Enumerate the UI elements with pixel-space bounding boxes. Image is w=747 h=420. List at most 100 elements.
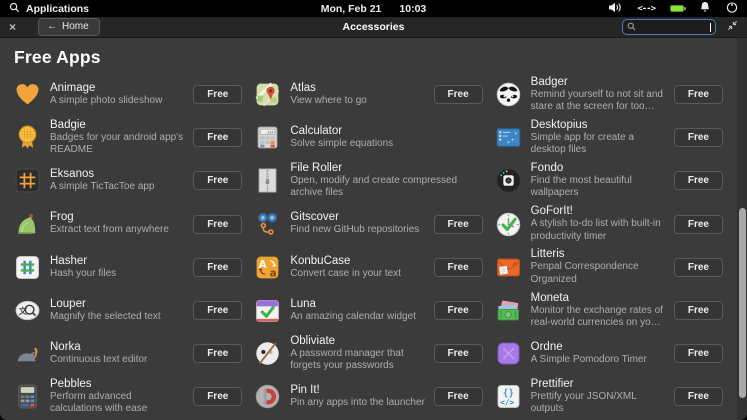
app-name: Atlas	[290, 82, 425, 94]
app-name: Fondo	[531, 162, 666, 174]
free-button[interactable]: Free	[434, 85, 483, 104]
app-list-item[interactable]: FrogExtract text from anywhereFree	[14, 203, 242, 246]
app-list-item[interactable]: PebblesPerform advanced calculations wit…	[14, 375, 242, 418]
app-list-item[interactable]: GitscoverFind new GitHub repositoriesFre…	[254, 203, 482, 246]
app-name: Animage	[50, 82, 185, 94]
free-button[interactable]: Free	[434, 258, 483, 277]
applications-menu[interactable]: Applications	[9, 2, 89, 16]
app-list-item[interactable]: {}</>PrettifierPrettify your JSON/XML ou…	[495, 375, 723, 418]
app-list-item[interactable]: DesktopiusSimple app for create a deskto…	[495, 116, 723, 159]
free-button[interactable]: Free	[434, 215, 483, 234]
power-icon[interactable]	[726, 1, 738, 16]
app-name: Badgie	[50, 119, 185, 131]
binoculars-branch-icon	[254, 211, 281, 238]
app-description: Extract text from anywhere	[50, 224, 185, 237]
app-list-item[interactable]: AnimageA simple photo slideshowFree	[14, 73, 242, 116]
app-name: Moneta	[531, 292, 666, 304]
app-list-item[interactable]: ObliviateA password manager that forgets…	[254, 332, 482, 375]
password-dots-icon	[254, 340, 281, 367]
free-button[interactable]: Free	[434, 344, 483, 363]
free-button[interactable]: Free	[674, 387, 723, 406]
free-button[interactable]: Free	[674, 128, 723, 147]
app-list-item[interactable]: LunaAn amazing calendar widgetFree	[254, 289, 482, 332]
app-description: Find new GitHub repositories	[290, 224, 425, 237]
bell-icon[interactable]	[699, 1, 711, 16]
code-format-icon: {}</>	[495, 383, 522, 410]
app-description: Hash your files	[50, 268, 185, 281]
app-list-item[interactable]: GoForIt!A stylish to-do list with built-…	[495, 203, 723, 246]
search-icon	[627, 18, 636, 36]
home-button[interactable]: ← Home	[38, 18, 100, 36]
battery-icon[interactable]	[670, 5, 684, 12]
svg-text:</>: </>	[500, 398, 514, 407]
free-button[interactable]: Free	[674, 344, 723, 363]
app-description: View where to go	[290, 95, 425, 108]
app-list-item[interactable]: File RollerOpen, modify and create compr…	[254, 159, 482, 202]
home-button-label: Home	[62, 21, 89, 32]
free-button[interactable]: Free	[674, 258, 723, 277]
app-list-item[interactable]: MonetaMonitor the exchange rates of real…	[495, 289, 723, 332]
free-button[interactable]: Free	[193, 171, 242, 190]
page-title: Free Apps	[0, 38, 747, 73]
text-cursor	[710, 23, 711, 32]
app-list-item[interactable]: AtlasView where to go Free	[254, 73, 482, 116]
app-name: Norka	[50, 341, 185, 353]
calendar-check-icon	[254, 297, 281, 324]
app-list-item[interactable]: FondoFind the most beautiful wallpapersF…	[495, 159, 723, 202]
volume-icon[interactable]	[608, 2, 622, 16]
app-description: Pin any apps into the launcher	[290, 397, 425, 410]
scrollbar-thumb[interactable]	[739, 208, 746, 398]
scrollbar-track[interactable]	[737, 38, 747, 420]
app-name: Ordne	[531, 341, 666, 353]
search-input-box[interactable]	[622, 19, 716, 35]
seal-icon	[14, 340, 41, 367]
free-button[interactable]: Free	[193, 258, 242, 277]
ethernet-icon[interactable]: <-->	[637, 4, 655, 14]
search-icon	[9, 2, 20, 16]
app-list-item[interactable]: HasherHash your filesFree	[14, 246, 242, 289]
app-list-item[interactable]: BadgerRemind yourself to not sit and sta…	[495, 73, 723, 116]
free-button[interactable]: Free	[434, 301, 483, 320]
app-list-item[interactable]: NorkaContinuous text editorFree	[14, 332, 242, 375]
tictactoe-grid-icon	[14, 167, 41, 194]
svg-text:134: 134	[267, 131, 274, 135]
free-button[interactable]: Free	[193, 344, 242, 363]
close-icon[interactable]: ×	[9, 21, 16, 33]
free-button[interactable]: Free	[193, 301, 242, 320]
free-button[interactable]: Free	[193, 128, 242, 147]
pin-d-icon	[254, 383, 281, 410]
free-button[interactable]: Free	[434, 387, 483, 406]
map-pin-icon	[254, 81, 281, 108]
free-button[interactable]: Free	[674, 85, 723, 104]
unmaximize-icon[interactable]	[727, 18, 738, 36]
app-name: KonbuCase	[290, 255, 425, 267]
app-list-item[interactable]: AaKonbuCaseConvert case in your textFree	[254, 246, 482, 289]
app-list-item[interactable]: 134 CalculatorSolve simple equations	[254, 116, 482, 159]
app-name: Calculator	[290, 125, 482, 137]
app-list-item[interactable]: Pin It!Pin any apps into the launcherFre…	[254, 375, 482, 418]
free-button[interactable]: Free	[674, 301, 723, 320]
app-list-item[interactable]: EksanosA simple TicTacToe appFree	[14, 159, 242, 202]
clock[interactable]: Mon, Feb 21 10:03	[321, 3, 427, 15]
time-label: 10:03	[399, 3, 426, 15]
clock-check-icon	[495, 211, 522, 238]
date-label: Mon, Feb 21	[321, 3, 382, 15]
app-list-item[interactable]: 文LouperMagnify the selected textFree	[14, 289, 242, 332]
free-button[interactable]: Free	[193, 387, 242, 406]
free-button[interactable]: Free	[193, 215, 242, 234]
app-list: AnimageA simple photo slideshowFreeBadgi…	[14, 73, 723, 419]
free-button[interactable]: Free	[193, 85, 242, 104]
app-description: Prettify your JSON/XML outputs	[531, 391, 666, 416]
app-list-item[interactable]: LitterisPenpal Correspondence OrganizedF…	[495, 246, 723, 289]
monitor-icon	[495, 124, 522, 151]
app-description: Solve simple equations	[290, 138, 482, 151]
free-button[interactable]: Free	[674, 215, 723, 234]
app-list-item[interactable]: BadgieBadges for your android app's READ…	[14, 116, 242, 159]
app-list-item[interactable]: OrdneA Simple Pomodoro TimerFree	[495, 332, 723, 375]
app-description: Magnify the selected text	[50, 311, 185, 324]
free-button[interactable]: Free	[674, 171, 723, 190]
frog-icon	[14, 211, 41, 238]
system-status-area[interactable]: <-->	[608, 1, 738, 16]
camera-icon	[495, 167, 522, 194]
app-name: GoForIt!	[531, 205, 666, 217]
